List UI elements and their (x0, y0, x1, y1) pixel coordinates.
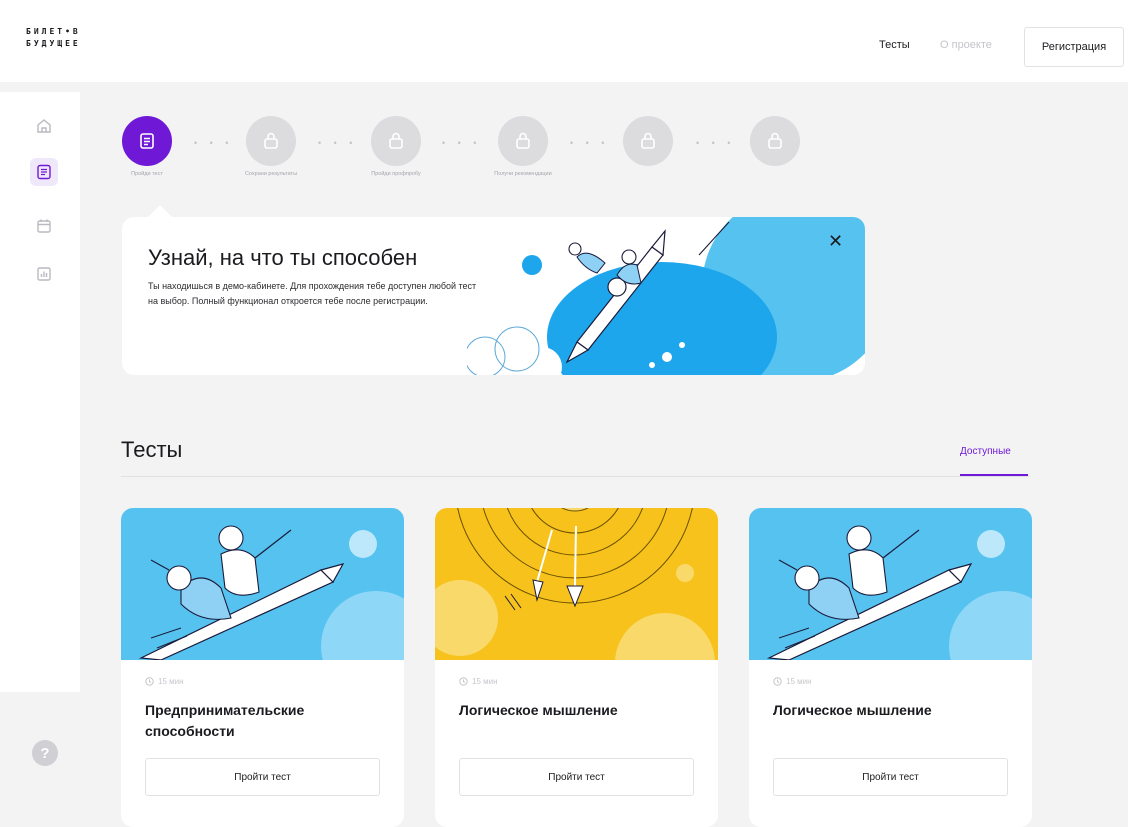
take-test-button[interactable]: Пройти тест (773, 758, 1008, 796)
home-icon[interactable] (34, 116, 54, 136)
test-card[interactable]: 15 мин Предпринимательские способности П… (121, 508, 404, 827)
card-title: Логическое мышление (459, 702, 618, 718)
card-duration-text: 15 мин (472, 677, 498, 686)
card-duration: 15 мин (459, 677, 498, 686)
clock-icon (773, 677, 782, 686)
card-duration: 15 мин (145, 677, 184, 686)
register-button[interactable]: Регистрация (1024, 27, 1124, 67)
lock-icon (246, 116, 296, 166)
take-test-button[interactable]: Пройти тест (145, 758, 380, 796)
clock-icon (145, 677, 154, 686)
card-duration: 15 мин (773, 677, 812, 686)
demo-banner: Узнай, на что ты способен Ты находишься … (122, 217, 865, 375)
test-card[interactable]: 15 мин Логическое мышление Пройти тест (435, 508, 718, 827)
rocket-pencil-illustration (467, 217, 865, 375)
banner-title: Узнай, на что ты способен (148, 245, 418, 270)
nav-about-link[interactable]: О проекте (940, 39, 992, 51)
test-card[interactable]: 15 мин Логическое мышление Пройти тест (749, 508, 1032, 827)
top-header: БИЛЕТ•В БУДУЩЕЕ Тесты О проекте Регистра… (0, 0, 1128, 82)
calendar-icon[interactable] (34, 216, 54, 236)
sidebar: ? (0, 92, 80, 766)
stats-icon[interactable] (34, 264, 54, 284)
step-recommendations: Получи рекомендации (473, 116, 573, 178)
step-label: Пройди тест (131, 171, 163, 177)
pencil-rocket-illustration (749, 508, 1032, 660)
logo-line-1: БИЛЕТ•В (26, 27, 81, 36)
clock-icon (459, 677, 468, 686)
step-take-test[interactable]: Пройди тест (97, 116, 197, 178)
step-label: Получи рекомендации (494, 171, 552, 177)
logo-line-2: БУДУЩЕЕ (26, 39, 81, 48)
step-label: Сохрани результаты (244, 171, 298, 177)
lock-icon (623, 116, 673, 166)
tests-section-title: Тесты (121, 437, 183, 462)
step-save-results: Сохрани результаты (221, 116, 321, 178)
card-duration-text: 15 мин (786, 677, 812, 686)
close-icon[interactable]: ✕ (828, 231, 843, 251)
step-label: Пройди профпробу (371, 171, 421, 177)
logo[interactable]: БИЛЕТ•В БУДУЩЕЕ (26, 26, 81, 50)
card-duration-text: 15 мин (158, 677, 184, 686)
card-title: Предпринимательские способности (145, 702, 305, 739)
step-profproba: Пройди профпробу (346, 116, 446, 178)
step-6 (725, 116, 825, 170)
test-icon (122, 116, 172, 166)
tab-available[interactable]: Доступные (960, 446, 1011, 457)
darts-target-illustration (435, 508, 718, 660)
banner-text: Ты находишься в демо-кабинете. Для прохо… (148, 281, 477, 306)
nav-tests-link[interactable]: Тесты (879, 39, 910, 51)
tests-list-icon[interactable] (30, 158, 58, 186)
help-button[interactable]: ? (32, 740, 58, 766)
step-5 (598, 116, 698, 170)
card-title: Логическое мышление (773, 702, 932, 718)
lock-icon (750, 116, 800, 166)
section-divider (121, 476, 1029, 477)
pencil-rocket-illustration (121, 508, 404, 660)
take-test-button[interactable]: Пройти тест (459, 758, 694, 796)
lock-icon (371, 116, 421, 166)
lock-icon (498, 116, 548, 166)
